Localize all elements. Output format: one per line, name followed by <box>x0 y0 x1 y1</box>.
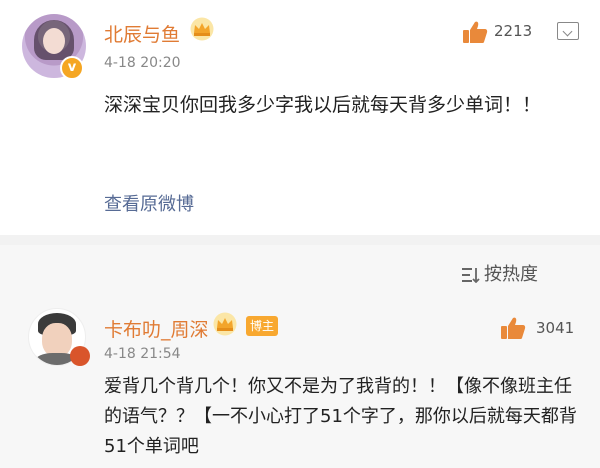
section-divider <box>0 235 600 245</box>
comment-like-count: 3041 <box>536 319 575 337</box>
crown-icon <box>213 312 237 336</box>
view-original-link[interactable]: 查看原微博 <box>104 190 194 216</box>
comment-username[interactable]: 卡布叻_周深 <box>104 315 209 342</box>
like-icon[interactable] <box>500 316 526 340</box>
like-icon[interactable] <box>462 20 488 44</box>
badge-icon <box>70 346 90 366</box>
blogger-tag: 博主 <box>246 316 279 336</box>
crown-icon <box>190 17 214 41</box>
sort-icon <box>462 268 480 283</box>
more-options-icon[interactable] <box>557 22 579 40</box>
post-username[interactable]: 北辰与鱼 <box>104 20 180 47</box>
sort-by-popularity-button[interactable]: 按热度 <box>462 260 538 285</box>
weibo-post: v 北辰与鱼 4-18 20:20 2213 深深宝贝你回我多少字我以后就每天背… <box>0 0 600 235</box>
post-timestamp: 4-18 20:20 <box>104 55 181 71</box>
post-text: 深深宝贝你回我多少字我以后就每天背多少单词！！ <box>104 94 542 116</box>
comment-text: 爱背几个背几个！你又不是为了我背的！！【像不像班主任的语气？？【一不小心打了51… <box>104 376 577 457</box>
post-like-count: 2213 <box>494 22 533 40</box>
verified-badge-icon: v <box>60 56 84 80</box>
comment-timestamp: 4-18 21:54 <box>104 346 181 362</box>
sort-label: 按热度 <box>484 264 538 285</box>
